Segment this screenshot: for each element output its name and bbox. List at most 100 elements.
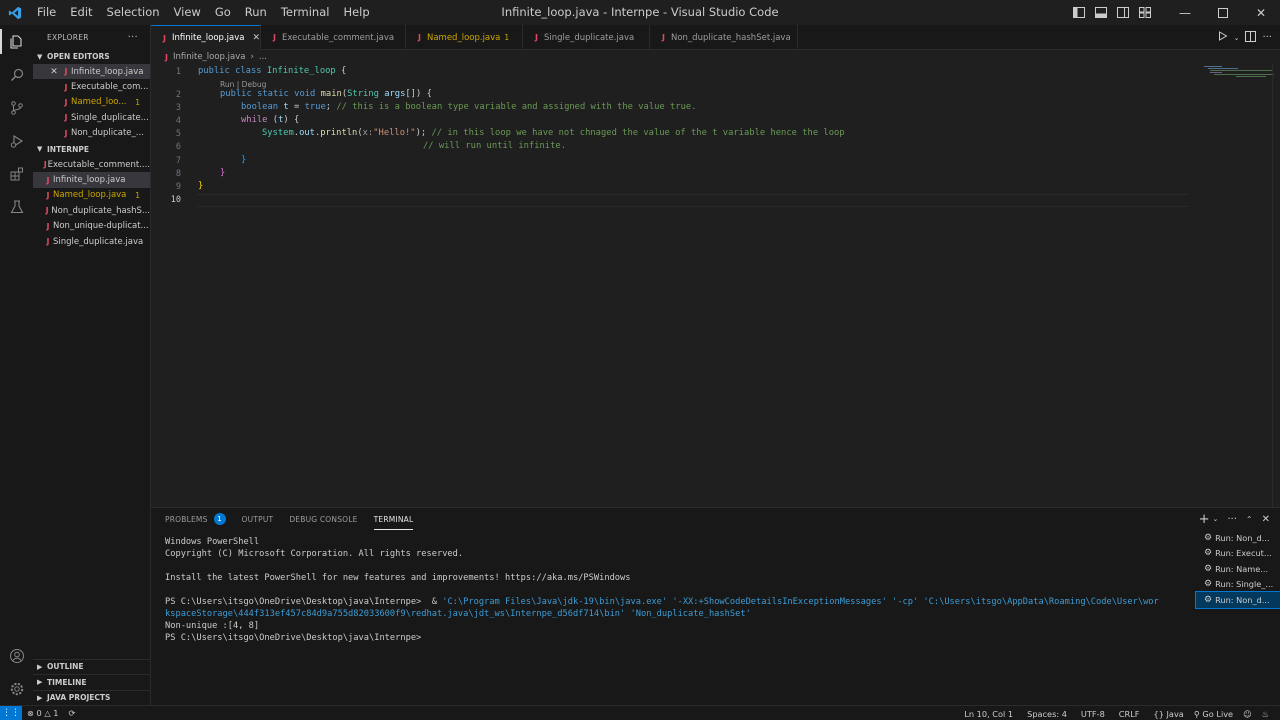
tab-named-loop[interactable]: J Named_loop.java 1 <box>406 25 523 50</box>
timeline-section[interactable]: ▶ TIMELINE <box>33 674 151 690</box>
customize-layout-icon[interactable] <box>1134 0 1156 25</box>
problem-count-badge: 1 <box>504 33 510 42</box>
tab-debug-console[interactable]: DEBUG CONSOLE <box>289 508 357 530</box>
maximize-icon[interactable] <box>1204 0 1242 25</box>
run-debug-icon[interactable] <box>0 124 33 157</box>
new-terminal-icon[interactable]: + <box>1199 512 1210 527</box>
minimize-icon[interactable]: — <box>1166 0 1204 25</box>
run-gear-icon: ⚙ <box>1204 594 1213 605</box>
problem-count-badge: 1 <box>135 97 140 107</box>
cursor-position[interactable]: Ln 10, Col 1 <box>959 709 1018 719</box>
project-file-item[interactable]: J Non_unique-duplicat... <box>33 219 150 234</box>
line-ending[interactable]: CRLF <box>1114 709 1145 719</box>
more-actions-icon[interactable]: ··· <box>128 32 138 43</box>
breadcrumb-file[interactable]: Infinite_loop.java <box>173 52 245 62</box>
project-file-item[interactable]: J Non_duplicate_hashS... <box>33 203 150 218</box>
menu-go[interactable]: Go <box>208 0 238 25</box>
maximize-panel-icon[interactable]: ⌃ <box>1246 515 1253 524</box>
menu-run[interactable]: Run <box>238 0 274 25</box>
explorer-icon[interactable] <box>0 25 33 58</box>
tab-output[interactable]: OUTPUT <box>242 508 274 530</box>
open-editor-item[interactable]: ✕ J Infinite_loop.java <box>33 64 150 80</box>
run-java-icon[interactable] <box>1218 31 1228 44</box>
terminal-instance[interactable]: ⚙ Run: Non_d... <box>1196 530 1280 546</box>
java-projects-section[interactable]: ▶ JAVA PROJECTS <box>33 689 151 706</box>
code-line-5: System.out.println(x:"Hello!"); // in th… <box>262 128 845 138</box>
chevron-down-icon[interactable]: ⌄ <box>1212 515 1218 523</box>
search-icon[interactable] <box>0 58 33 91</box>
open-editors-section[interactable]: ▼ OPEN EDITORS <box>33 49 150 64</box>
extensions-icon[interactable] <box>0 157 33 190</box>
tab-terminal[interactable]: TERMINAL <box>373 508 414 530</box>
open-editor-item[interactable]: J Executable_com... <box>33 79 150 94</box>
run-debug-codelens[interactable]: Run | Debug <box>220 80 266 89</box>
vscode-logo-icon <box>0 0 30 25</box>
close-editor-icon[interactable]: ✕ <box>47 67 61 77</box>
menu-file[interactable]: File <box>30 0 63 25</box>
menu-help[interactable]: Help <box>336 0 376 25</box>
tab-single-duplicate[interactable]: J Single_duplicate.java <box>523 25 650 50</box>
terminal-output[interactable]: Windows PowerShell Copyright (C) Microso… <box>165 536 1195 644</box>
source-control-icon[interactable] <box>0 91 33 124</box>
terminal-instance[interactable]: ⚙ Run: Single_... <box>1196 577 1280 593</box>
breadcrumb-rest[interactable]: ... <box>259 52 267 62</box>
terminal-instance-list: ⚙ Run: Non_d... ⚙ Run: Execut... ⚙ Run: Nam… <box>1195 530 1280 609</box>
language-mode[interactable]: {} Java <box>1148 709 1188 719</box>
tab-label: Infinite_loop.java <box>171 33 245 43</box>
feedback-icon[interactable]: ☺ <box>1238 709 1257 719</box>
terminal-line: kspaceStorage\444f313ef457c84d9a755d8203… <box>165 609 751 619</box>
problems-status[interactable]: ⊗ 0 △ 1 <box>22 708 63 718</box>
menu-selection[interactable]: Selection <box>100 0 167 25</box>
project-file-item[interactable]: J Named_loop.java 1 <box>33 188 150 203</box>
testing-icon[interactable] <box>0 190 33 223</box>
menu-edit[interactable]: Edit <box>63 0 99 25</box>
toggle-sidebar-icon[interactable] <box>1068 0 1090 25</box>
tab-problems[interactable]: PROBLEMS 1 <box>165 508 226 530</box>
account-icon[interactable] <box>0 639 33 672</box>
close-tab-icon[interactable]: ✕ <box>252 33 260 43</box>
encoding[interactable]: UTF-8 <box>1076 709 1110 719</box>
settings-gear-icon[interactable] <box>0 672 33 705</box>
notifications-bell-icon[interactable]: ♨ <box>1257 709 1274 719</box>
terminal-instance[interactable]: ⚙ Run: Non_d... <box>1195 591 1280 609</box>
warning-icon: △ <box>44 708 51 718</box>
open-editor-item[interactable]: J Single_duplicate... <box>33 110 150 125</box>
open-editor-item[interactable]: J Named_loo... 1 <box>33 95 150 110</box>
java-file-icon: J <box>64 113 68 123</box>
indentation[interactable]: Spaces: 4 <box>1022 709 1072 719</box>
chevron-down-icon[interactable]: ⌄ <box>1234 34 1240 42</box>
outline-section[interactable]: ▶ OUTLINE <box>33 658 151 675</box>
minimap[interactable] <box>1196 64 1280 507</box>
more-actions-icon[interactable]: ··· <box>1262 32 1272 43</box>
close-panel-icon[interactable]: ✕ <box>1262 514 1270 525</box>
project-file-item[interactable]: J Infinite_loop.java <box>33 172 150 188</box>
toggle-secondary-sidebar-icon[interactable] <box>1112 0 1134 25</box>
menu-view[interactable]: View <box>167 0 208 25</box>
tab-non-duplicate-hashset[interactable]: J Non_duplicate_hashSet.java <box>650 25 798 50</box>
project-file-item[interactable]: J Executable_comment.... <box>33 157 150 172</box>
project-section[interactable]: ▼ INTERNPE <box>33 142 150 157</box>
project-label: INTERNPE <box>47 144 89 154</box>
open-editor-item[interactable]: J Non_duplicate_... <box>33 126 150 141</box>
remote-indicator-icon[interactable]: ⋮⋮ <box>0 705 22 720</box>
tab-executable-comment[interactable]: J Executable_comment.java <box>261 25 406 50</box>
project-file-item[interactable]: J Single_duplicate.java <box>33 234 150 249</box>
more-actions-icon[interactable]: ··· <box>1227 514 1237 525</box>
close-window-icon[interactable]: ✕ <box>1242 0 1280 25</box>
live-share-icon[interactable]: ⟳ <box>63 708 80 718</box>
status-bar-right: Ln 10, Col 1 Spaces: 4 UTF-8 CRLF {} Jav… <box>959 706 1274 720</box>
code-editor[interactable]: 1 2 3 4 5 6 7 8 9 10 public class Infini… <box>151 64 1280 507</box>
bottom-panel: PROBLEMS 1 OUTPUT DEBUG CONSOLE TERMINAL … <box>151 507 1280 705</box>
go-live-button[interactable]: ⚲ Go Live <box>1189 709 1238 719</box>
panel-tabs: PROBLEMS 1 OUTPUT DEBUG CONSOLE TERMINAL <box>151 508 1280 530</box>
terminal-instance[interactable]: ⚙ Run: Execut... <box>1196 546 1280 562</box>
split-editor-icon[interactable] <box>1245 30 1257 45</box>
file-name: Named_loop.java <box>53 190 127 201</box>
outline-label: OUTLINE <box>47 662 84 672</box>
terminal-instance[interactable]: ⚙ Run: Name... <box>1196 561 1280 577</box>
editor-scrollbar[interactable] <box>1272 64 1280 507</box>
toggle-panel-icon[interactable] <box>1090 0 1112 25</box>
file-name: Executable_comment.... <box>47 159 150 170</box>
tab-infinite-loop[interactable]: J Infinite_loop.java ✕ <box>151 25 261 50</box>
menu-terminal[interactable]: Terminal <box>274 0 337 25</box>
